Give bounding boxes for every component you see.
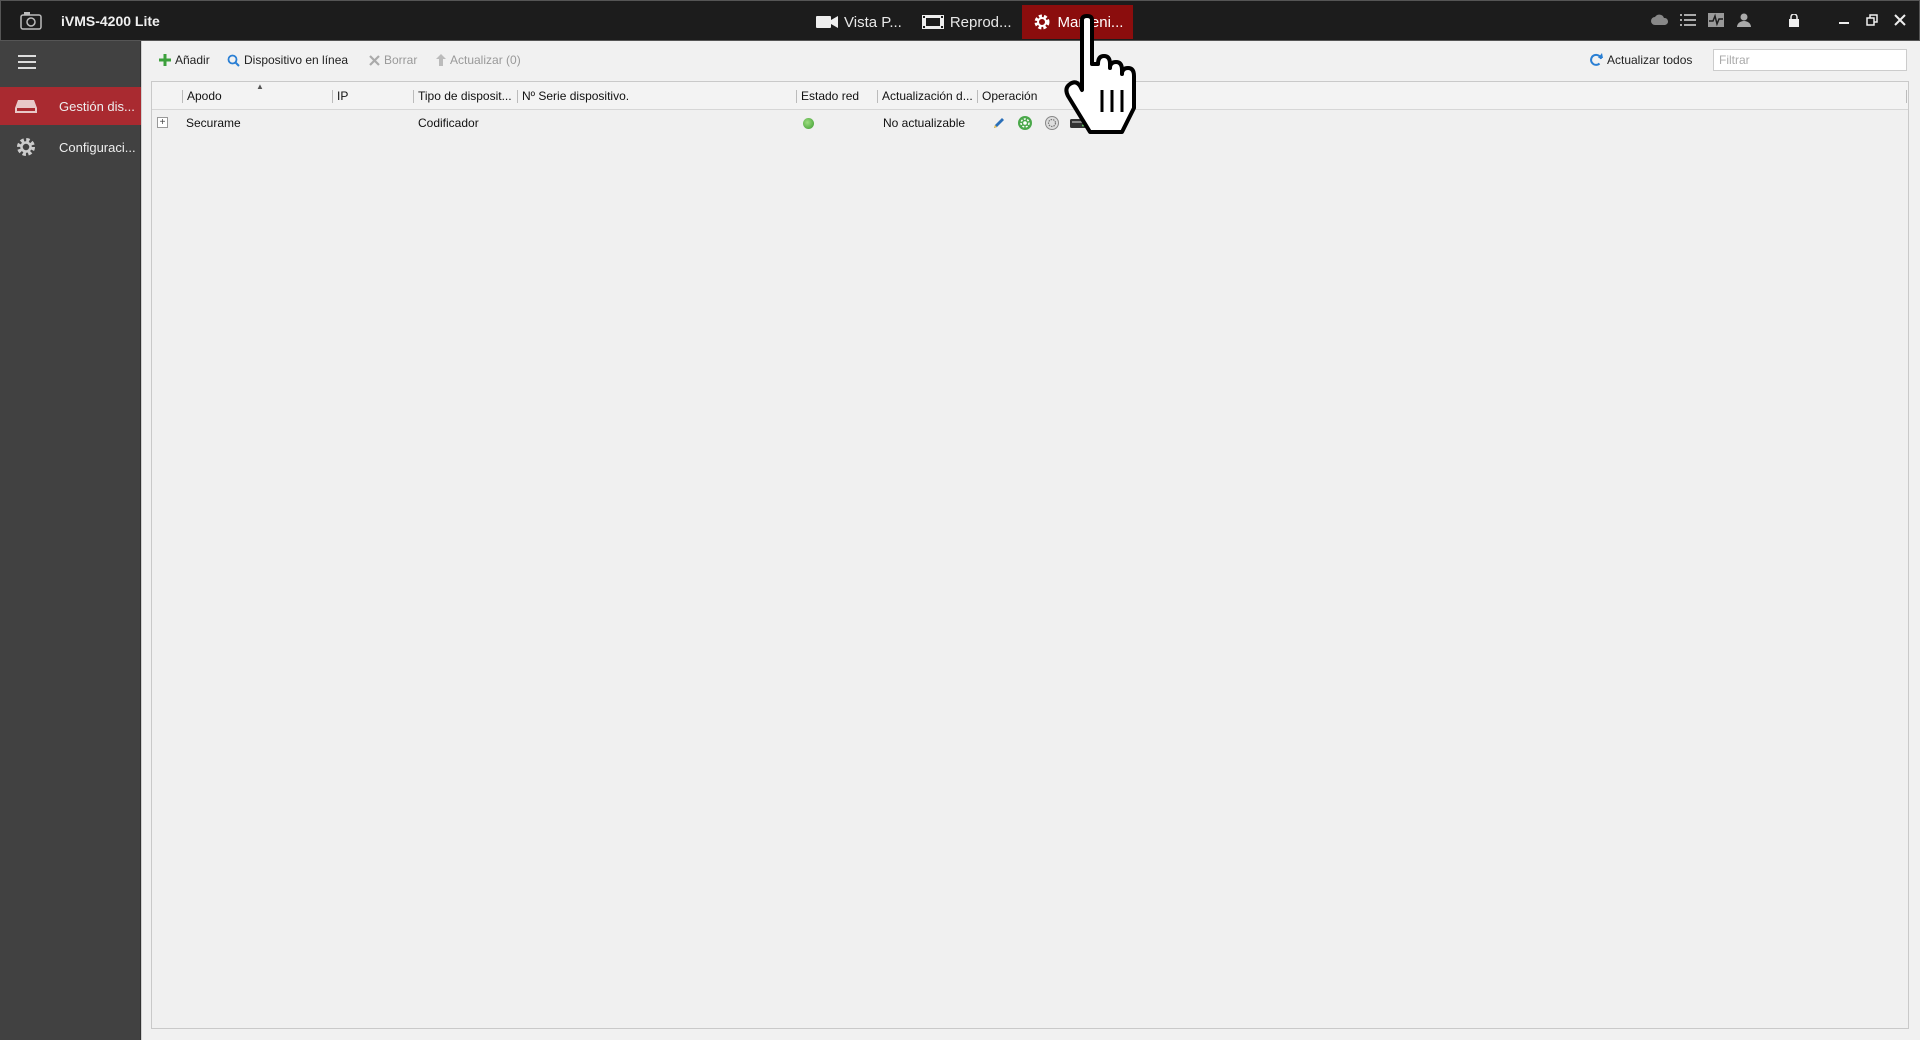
sidebar: Gestión dis... Configuraci...	[0, 41, 141, 1040]
cell-device-type: Codificador	[418, 116, 479, 130]
restore-icon[interactable]	[1863, 11, 1881, 29]
column-header-device-type[interactable]: Tipo de disposit...	[418, 89, 516, 103]
delete-icon	[369, 54, 380, 66]
device-toolbar: Añadir Dispositivo en línea Borrar Actua…	[142, 41, 1920, 81]
system-toolbar	[1651, 11, 1909, 29]
cloud-icon[interactable]	[1651, 11, 1669, 29]
cell-nickname: Securame	[186, 116, 241, 130]
column-header-serial[interactable]: Nº Serie dispositivo.	[522, 89, 629, 103]
column-header-upgrade-status[interactable]: Actualización d...	[882, 89, 972, 103]
gear-icon	[1034, 14, 1050, 30]
list-icon[interactable]	[1679, 11, 1697, 29]
app-title: iVMS-4200 Lite	[61, 13, 160, 29]
sidebar-item-device-management[interactable]: Gestión dis...	[0, 87, 141, 125]
upgrade-button-label: Actualizar (0)	[450, 53, 521, 67]
app-logo-icon	[19, 10, 43, 32]
main-panel: Añadir Dispositivo en línea Borrar Actua…	[141, 41, 1920, 1040]
delete-button-label: Borrar	[384, 53, 418, 67]
add-button-label: Añadir	[175, 53, 210, 67]
minimize-icon[interactable]	[1835, 11, 1853, 29]
refresh-icon	[1590, 53, 1603, 66]
lock-icon[interactable]	[1785, 11, 1803, 29]
expand-icon[interactable]: +	[157, 117, 168, 128]
sidebar-item-configuration[interactable]: Configuraci...	[0, 128, 141, 166]
film-icon	[921, 15, 944, 29]
menu-icon[interactable]	[18, 55, 36, 69]
sort-ascending-icon: ▲	[256, 82, 264, 91]
column-header-nickname[interactable]: Apodo	[187, 89, 222, 103]
online-device-button-label: Dispositivo en línea	[244, 53, 349, 67]
hand-cursor-icon	[1058, 12, 1168, 142]
cell-upgrade-status: No actualizable	[883, 116, 966, 130]
edit-icon[interactable]	[990, 114, 1008, 132]
online-device-button[interactable]: Dispositivo en línea	[227, 53, 348, 67]
column-header-operation[interactable]: Operación	[982, 89, 1037, 103]
sidebar-item-label: Gestión dis...	[59, 98, 135, 114]
network-online-icon	[803, 118, 814, 129]
user-icon[interactable]	[1735, 11, 1753, 29]
module-tab-label: Reprod...	[949, 13, 1012, 31]
search-icon	[227, 54, 240, 67]
device-table: Apodo ▲ IP Tipo de disposit... Nº Serie …	[151, 81, 1909, 1029]
activity-icon[interactable]	[1707, 11, 1725, 29]
title-bar: iVMS-4200 Lite Vista P... Reprod... Mant…	[0, 0, 1920, 41]
module-tab-playback[interactable]: Reprod...	[912, 5, 1022, 39]
filter-input[interactable]	[1713, 49, 1907, 71]
delete-button[interactable]: Borrar	[369, 53, 417, 67]
table-row[interactable]: + Securame Codificador No actualizable	[152, 110, 1908, 136]
video-camera-icon	[816, 16, 838, 28]
add-button[interactable]: Añadir	[159, 53, 210, 67]
upload-icon	[436, 54, 446, 66]
column-header-network-status[interactable]: Estado red	[801, 89, 859, 103]
refresh-all-label: Actualizar todos	[1607, 53, 1693, 67]
refresh-all-button[interactable]: Actualizar todos	[1589, 53, 1692, 67]
gear-icon	[15, 136, 37, 158]
table-header: Apodo ▲ IP Tipo de disposit... Nº Serie …	[152, 82, 1908, 110]
close-icon[interactable]	[1891, 11, 1909, 29]
remote-config-icon[interactable]	[1016, 114, 1034, 132]
column-header-ip[interactable]: IP	[337, 89, 348, 103]
upgrade-button[interactable]: Actualizar (0)	[436, 53, 521, 67]
sidebar-item-label: Configuraci...	[59, 139, 136, 155]
device-icon	[15, 95, 37, 117]
module-tab-label: Vista P...	[844, 13, 902, 31]
plus-icon	[159, 54, 171, 66]
module-tab-live-view[interactable]: Vista P...	[806, 5, 912, 39]
